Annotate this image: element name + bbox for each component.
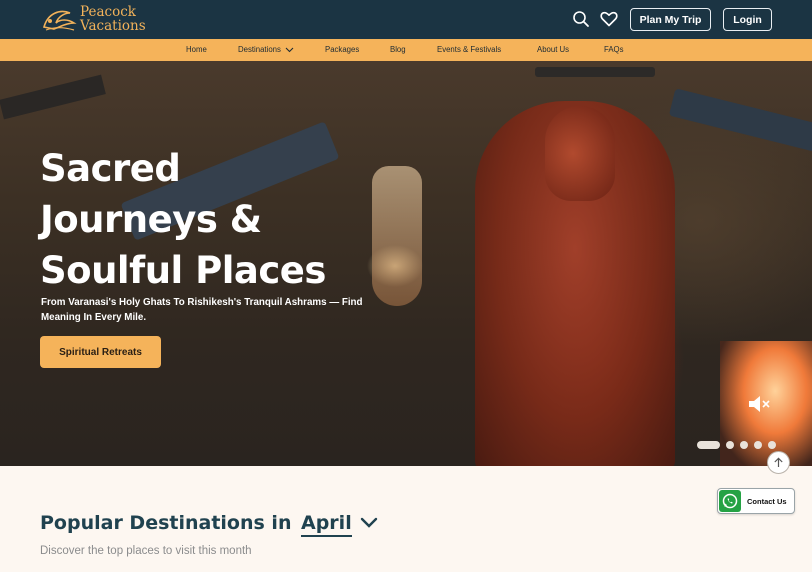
spiritual-retreats-button[interactable]: Spiritual Retreats (40, 336, 161, 368)
brand-logo[interactable]: Peacock Vacations (40, 5, 146, 33)
login-button[interactable]: Login (723, 8, 772, 31)
hero-banner: Sacred Journeys & Soulful Places From Va… (0, 61, 812, 466)
hero-boat (0, 74, 106, 120)
nav-item-faqs[interactable]: FAQs (604, 39, 624, 61)
whatsapp-icon (719, 490, 741, 512)
nav-item-events-festivals[interactable]: Events & Festivals (437, 39, 501, 61)
nav-item-blog[interactable]: Blog (390, 39, 406, 61)
top-header: Peacock Vacations Plan My Trip Login (0, 0, 812, 39)
nav-item-about-us[interactable]: About Us (537, 39, 569, 61)
hero-subtitle: From Varanasi's Holy Ghats To Rishikesh'… (41, 297, 363, 323)
plan-my-trip-button[interactable]: Plan My Trip (630, 8, 711, 31)
nav-item-destinations-label: Destinations (238, 45, 281, 54)
nav-item-packages[interactable]: Packages (325, 39, 359, 61)
main-nav: Home Destinations Packages Blog Events &… (0, 39, 812, 61)
popular-destinations-title: Popular Destinations in (40, 512, 292, 534)
hero-aarti-lamp (372, 166, 422, 306)
popular-destinations-subtitle: Discover the top places to visit this mo… (40, 545, 252, 557)
hero-boat (535, 67, 655, 77)
search-icon[interactable] (571, 9, 591, 29)
carousel-dot-active[interactable] (697, 441, 720, 449)
mute-icon[interactable] (746, 393, 772, 415)
carousel-dot[interactable] (768, 441, 776, 449)
brand-name: Peacock Vacations (80, 5, 146, 33)
hero-boat (668, 88, 812, 152)
nav-item-home[interactable]: Home (186, 39, 207, 61)
hero-title-line-3: Soulful Places (40, 249, 326, 292)
hero-title-line-1: Sacred (40, 147, 181, 190)
peacock-logo-icon (42, 10, 77, 31)
hero-title: Sacred Journeys & Soulful Places (40, 143, 326, 296)
whatsapp-contact-button[interactable]: Contact Us (717, 488, 795, 514)
hero-woman-head (545, 106, 615, 201)
chevron-down-icon[interactable] (360, 517, 378, 529)
carousel-dot[interactable] (726, 441, 734, 449)
brand-line-2: Vacations (80, 18, 146, 34)
carousel-dots (697, 441, 776, 449)
scroll-to-top-button[interactable] (767, 451, 790, 474)
nav-item-destinations[interactable]: Destinations (238, 39, 294, 61)
month-selector[interactable]: April (301, 512, 352, 537)
arrow-up-icon (774, 457, 783, 467)
chevron-down-icon (285, 47, 294, 53)
brand-line-1: Peacock (80, 4, 136, 20)
hero-title-line-2: Journeys & (40, 198, 262, 241)
carousel-dot[interactable] (754, 441, 762, 449)
whatsapp-contact-label: Contact Us (747, 496, 787, 506)
heart-icon[interactable] (599, 9, 619, 29)
carousel-dot[interactable] (740, 441, 748, 449)
